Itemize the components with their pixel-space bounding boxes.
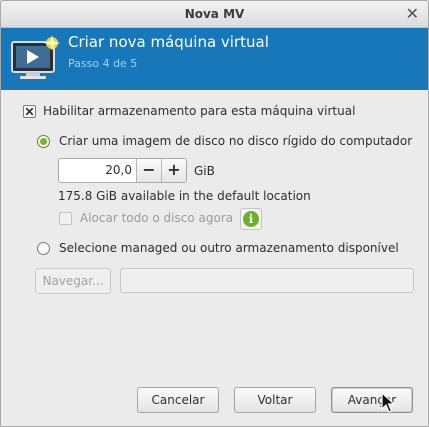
window-title: Nova MV [184,7,245,21]
enable-storage-checkbox[interactable] [23,105,36,118]
mouse-pointer-icon [381,392,395,413]
managed-storage-label[interactable]: Selecione managed ou outro armazenamento… [59,241,399,255]
disk-size-input[interactable] [59,159,136,182]
back-button[interactable]: Voltar [234,387,316,413]
disk-size-unit: GiB [194,164,215,178]
create-disk-image-label[interactable]: Criar uma imagem de disco no disco rígid… [59,134,412,148]
allocate-disk-checkbox[interactable] [59,212,72,225]
forward-button[interactable]: Avançar [331,387,413,413]
enable-storage-label[interactable]: Habilitar armazenamento para esta máquin… [43,104,355,118]
page-title: Criar nova máquina virtual [68,33,269,51]
cancel-button[interactable]: Cancelar [137,387,219,413]
title-bar[interactable]: Nova MV ✕ [1,1,428,28]
disk-size-stepper[interactable]: − + [58,158,187,183]
managed-storage-radio[interactable] [37,242,50,255]
header-banner: Criar nova máquina virtual Passo 4 de 5 [1,28,428,90]
close-icon[interactable]: ✕ [406,5,419,23]
increment-button[interactable]: + [161,159,186,182]
step-indicator: Passo 4 de 5 [68,57,138,70]
decrement-button[interactable]: − [136,159,161,182]
available-space-text: 175.8 GiB available in the default locat… [58,189,311,203]
new-vm-dialog: Nova MV ✕ Criar nova máquina virtual Pas… [0,0,429,427]
allocate-disk-label[interactable]: Alocar todo o disco agora [80,211,233,225]
storage-path-input[interactable] [120,268,414,293]
allocate-info-button[interactable]: i [240,208,262,230]
browse-button[interactable]: Navegar... [35,268,111,294]
virtual-machine-icon [11,35,60,79]
create-disk-image-radio[interactable] [37,135,50,148]
info-icon: i [243,211,259,227]
